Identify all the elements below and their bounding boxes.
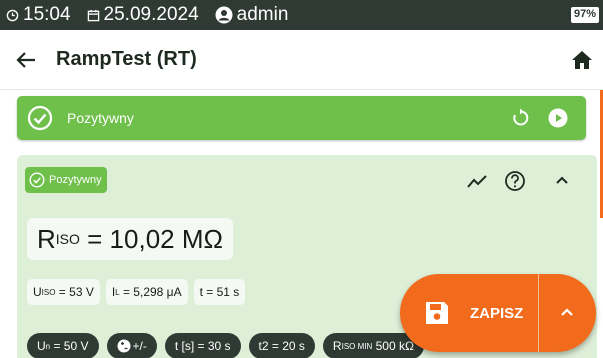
chevron-up-icon[interactable] [560, 307, 574, 317]
chip-symbol: U [33, 285, 42, 299]
setting-chip-t2[interactable]: t2 = 20 s [248, 333, 315, 358]
user-text: admin [236, 4, 289, 25]
chip-value: t = 51 s [199, 285, 240, 299]
riso-result: R ISO = 10,02 MΩ [27, 218, 233, 260]
refresh-icon[interactable] [510, 108, 530, 128]
time-text: 15:04 [23, 4, 71, 25]
clock-icon [6, 9, 19, 21]
status-date: 25.09.2024 [87, 4, 199, 26]
content-area: Pozytywny Pozytywny R ISO = 10,02 MΩ U ISO… [0, 90, 603, 358]
user-icon [215, 6, 233, 24]
riso-symbol: R [37, 223, 56, 254]
chip-value: = 5,298 μA [122, 285, 182, 299]
chip-value: t2 = 20 s [258, 339, 305, 353]
chip-subscript: L [115, 287, 120, 297]
badge-label: Pozytywny [49, 174, 102, 186]
setting-chip-plus-minus[interactable]: +/- [106, 333, 157, 358]
play-icon[interactable] [548, 108, 568, 128]
measurement-chip-il: IL = 5,298 μA [105, 279, 188, 305]
calendar-icon [87, 9, 99, 21]
measurement-chips: U ISO = 53 V IL = 5,298 μA t = 51 s [27, 279, 246, 305]
settings-chips: Un = 50 V +/- t [s] = 30 s t2 = 20 s R IS… [27, 333, 424, 358]
riso-value: = 10,02 MΩ [87, 223, 223, 254]
chip-value: t [s] = 30 s [174, 339, 231, 353]
plus-minus-icon [117, 339, 130, 353]
chip-value: 500 kΩ [375, 339, 414, 353]
save-icon [426, 302, 448, 324]
status-badge: Pozytywny [25, 167, 107, 193]
date-text: 25.09.2024 [103, 4, 199, 25]
status-bar: 15:04 25.09.2024 admin 97% [0, 0, 603, 30]
status-time: 15:04 [6, 4, 71, 26]
measurement-chip-t: t = 51 s [193, 279, 246, 305]
back-arrow-icon [16, 51, 35, 68]
save-fab[interactable]: ZAPISZ [400, 274, 596, 352]
setting-chip-t[interactable]: t [s] = 30 s [164, 333, 241, 358]
chip-symbol: U [37, 339, 46, 353]
chip-value: +/- [132, 339, 147, 353]
home-icon[interactable] [571, 49, 593, 71]
riso-subscript: ISO [55, 231, 80, 247]
app-bar: RampTest (RT) [0, 30, 603, 90]
help-icon[interactable] [504, 170, 526, 192]
result-bar: Pozytywny [17, 96, 586, 140]
save-button-label: ZAPISZ [470, 304, 524, 322]
battery-icon: 97% [570, 7, 599, 23]
chip-subscript: n [45, 341, 51, 351]
result-label: Pozytywny [67, 110, 134, 126]
back-button[interactable] [14, 48, 38, 72]
setting-chip-un[interactable]: Un = 50 V [27, 333, 99, 358]
measurement-chip-uiso: U ISO = 53 V [27, 279, 100, 305]
chip-subscript: ISO MIN [341, 341, 373, 351]
check-circle-icon [27, 105, 53, 131]
chevron-up-icon[interactable] [555, 175, 569, 185]
status-user: admin [215, 4, 289, 26]
page-title: RampTest (RT) [56, 48, 197, 70]
check-circle-icon [29, 172, 45, 188]
chip-subscript: ISO [41, 287, 56, 297]
trend-icon[interactable] [467, 175, 487, 189]
chip-value: = 50 V [53, 339, 89, 353]
fab-divider [538, 274, 539, 352]
chip-symbol: R [332, 339, 342, 353]
chip-value: = 53 V [58, 285, 94, 299]
